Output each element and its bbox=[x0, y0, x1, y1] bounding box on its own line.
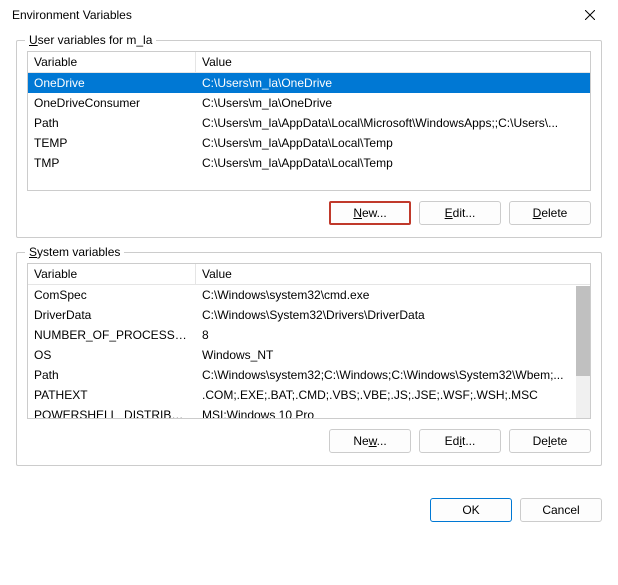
scrollbar-thumb[interactable] bbox=[576, 286, 590, 376]
cell-variable: ComSpec bbox=[28, 285, 196, 305]
system-new-button[interactable]: New... bbox=[329, 429, 411, 453]
cell-value: C:\Windows\system32\cmd.exe bbox=[196, 285, 590, 305]
cell-value: Windows_NT bbox=[196, 345, 590, 365]
header-variable[interactable]: Variable bbox=[28, 52, 196, 72]
cell-variable: PATHEXT bbox=[28, 385, 196, 405]
user-edit-button[interactable]: Edit... bbox=[419, 201, 501, 225]
user-delete-button[interactable]: Delete bbox=[509, 201, 591, 225]
dialog-buttons: OK Cancel bbox=[0, 492, 618, 522]
cell-variable: NUMBER_OF_PROCESSORS bbox=[28, 325, 196, 345]
system-variables-group: System variables Variable Value ComSpecC… bbox=[16, 252, 602, 466]
table-row[interactable]: POWERSHELL_DISTRIBUTIO...MSI:Windows 10 … bbox=[28, 405, 590, 419]
cell-value: C:\Users\m_la\AppData\Local\Temp bbox=[196, 153, 590, 173]
table-header: Variable Value bbox=[28, 264, 590, 285]
ok-button[interactable]: OK bbox=[430, 498, 512, 522]
cell-value: C:\Users\m_la\OneDrive bbox=[196, 73, 590, 93]
cell-value: 8 bbox=[196, 325, 590, 345]
close-icon bbox=[585, 10, 595, 20]
close-button[interactable] bbox=[574, 3, 606, 27]
user-buttons: New... Edit... Delete bbox=[27, 201, 591, 225]
cell-value: C:\Users\m_la\OneDrive bbox=[196, 93, 590, 113]
user-variables-label: User variables for m_la bbox=[25, 33, 156, 47]
table-row[interactable]: TMPC:\Users\m_la\AppData\Local\Temp bbox=[28, 153, 590, 173]
system-edit-button[interactable]: Edit... bbox=[419, 429, 501, 453]
table-row[interactable]: NUMBER_OF_PROCESSORS8 bbox=[28, 325, 590, 345]
table-header: Variable Value bbox=[28, 52, 590, 73]
table-row[interactable]: DriverDataC:\Windows\System32\Drivers\Dr… bbox=[28, 305, 590, 325]
user-new-button[interactable]: New... bbox=[329, 201, 411, 225]
cell-variable: OS bbox=[28, 345, 196, 365]
header-variable[interactable]: Variable bbox=[28, 264, 196, 284]
table-row[interactable]: OneDriveC:\Users\m_la\OneDrive bbox=[28, 73, 590, 93]
header-value[interactable]: Value bbox=[196, 264, 590, 284]
cell-variable: TMP bbox=[28, 153, 196, 173]
cell-variable: TEMP bbox=[28, 133, 196, 153]
cell-value: MSI:Windows 10 Pro bbox=[196, 405, 590, 419]
cell-variable: Path bbox=[28, 365, 196, 385]
table-row[interactable]: PATHEXT.COM;.EXE;.BAT;.CMD;.VBS;.VBE;.JS… bbox=[28, 385, 590, 405]
table-row[interactable]: PathC:\Users\m_la\AppData\Local\Microsof… bbox=[28, 113, 590, 133]
cell-variable: OneDrive bbox=[28, 73, 196, 93]
table-row[interactable]: OSWindows_NT bbox=[28, 345, 590, 365]
cell-variable: POWERSHELL_DISTRIBUTIO... bbox=[28, 405, 196, 419]
system-variables-label: System variables bbox=[25, 245, 124, 259]
cancel-button[interactable]: Cancel bbox=[520, 498, 602, 522]
user-variables-table[interactable]: Variable Value OneDriveC:\Users\m_la\One… bbox=[27, 51, 591, 191]
cell-value: C:\Windows\system32;C:\Windows;C:\Window… bbox=[196, 365, 590, 385]
table-row[interactable]: TEMPC:\Users\m_la\AppData\Local\Temp bbox=[28, 133, 590, 153]
cell-variable: Path bbox=[28, 113, 196, 133]
cell-value: C:\Users\m_la\AppData\Local\Temp bbox=[196, 133, 590, 153]
user-variables-group: User variables for m_la Variable Value O… bbox=[16, 40, 602, 238]
table-row[interactable]: PathC:\Windows\system32;C:\Windows;C:\Wi… bbox=[28, 365, 590, 385]
cell-value: .COM;.EXE;.BAT;.CMD;.VBS;.VBE;.JS;.JSE;.… bbox=[196, 385, 590, 405]
window-title: Environment Variables bbox=[12, 8, 132, 22]
system-delete-button[interactable]: Delete bbox=[509, 429, 591, 453]
cell-variable: OneDriveConsumer bbox=[28, 93, 196, 113]
cell-variable: DriverData bbox=[28, 305, 196, 325]
cell-value: C:\Users\m_la\AppData\Local\Microsoft\Wi… bbox=[196, 113, 590, 133]
scrollbar[interactable] bbox=[576, 286, 590, 418]
table-row[interactable]: ComSpecC:\Windows\system32\cmd.exe bbox=[28, 285, 590, 305]
table-row[interactable]: OneDriveConsumerC:\Users\m_la\OneDrive bbox=[28, 93, 590, 113]
cell-value: C:\Windows\System32\Drivers\DriverData bbox=[196, 305, 590, 325]
titlebar: Environment Variables bbox=[0, 0, 618, 30]
header-value[interactable]: Value bbox=[196, 52, 590, 72]
system-variables-table[interactable]: Variable Value ComSpecC:\Windows\system3… bbox=[27, 263, 591, 419]
system-buttons: New... Edit... Delete bbox=[27, 429, 591, 453]
